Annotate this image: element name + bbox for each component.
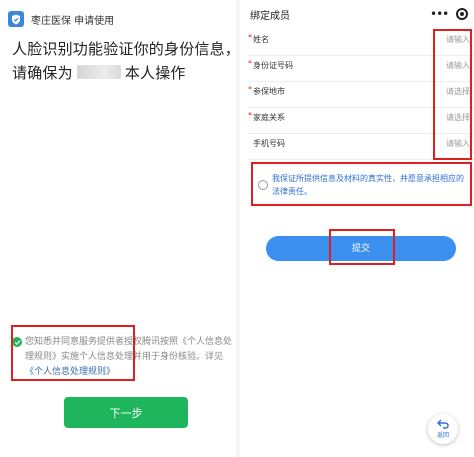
- shield-logo-icon: [8, 11, 24, 27]
- submit-highlight-box: [329, 229, 395, 265]
- required-star: *: [248, 59, 252, 68]
- field-label: 手机号码: [253, 139, 285, 148]
- back-label: 返回: [436, 432, 449, 439]
- page-title-line2: 请确保为 本人操作: [12, 63, 186, 83]
- fields-highlight-box: [433, 29, 472, 160]
- target-icon[interactable]: [456, 8, 468, 20]
- mini-program-capsule: •••: [426, 5, 472, 23]
- app-name: 枣庄医保 申请使用: [31, 15, 115, 27]
- face-verify-panel: 枣庄医保 申请使用 人脸识别功能验证你的身份信息， 请确保为 本人操作 您知悉并同…: [0, 0, 240, 457]
- field-label: 姓名: [253, 35, 269, 44]
- next-step-button[interactable]: 下一步: [64, 397, 188, 428]
- screenshot-stage: 枣庄医保 申请使用 人脸识别功能验证你的身份信息， 请确保为 本人操作 您知悉并同…: [0, 0, 474, 457]
- field-label: 身份证号码: [253, 61, 293, 70]
- required-star: *: [248, 85, 252, 94]
- back-button[interactable]: 返回: [428, 414, 458, 444]
- consent-highlight-box: [11, 325, 135, 381]
- required-star: *: [248, 33, 252, 42]
- guarantee-text[interactable]: 我保证所提供信息及材料的真实性，并愿意承担相应的法律责任。: [272, 172, 465, 198]
- radio-circle-icon[interactable]: [258, 180, 268, 190]
- nav-bar: 绑定成员 •••: [240, 0, 474, 28]
- page-title-line1: 人脸识别功能验证你的身份信息，: [12, 40, 241, 58]
- back-arrow-icon: [437, 419, 449, 429]
- masked-name: [76, 65, 121, 79]
- app-header: 枣庄医保 申请使用: [8, 10, 114, 28]
- title-prefix: 请确保为: [12, 64, 73, 82]
- more-dots-icon[interactable]: •••: [430, 8, 449, 20]
- required-star: *: [248, 111, 252, 120]
- nav-title: 绑定成员: [250, 11, 290, 22]
- title-suffix: 本人操作: [124, 64, 186, 82]
- field-label: 参保地市: [253, 87, 285, 96]
- field-label: 家庭关系: [253, 113, 285, 122]
